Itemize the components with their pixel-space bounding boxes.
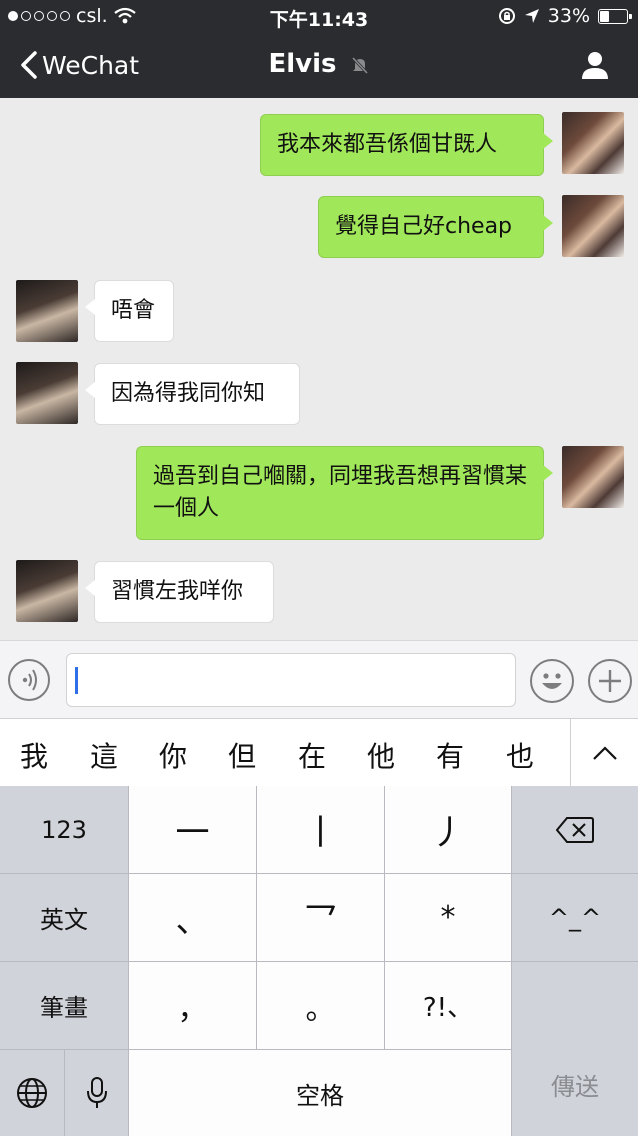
expand-candidates-button[interactable] xyxy=(570,719,638,787)
stroke-left-falling-label: 丿 xyxy=(431,813,465,853)
wildcard-label: * xyxy=(440,900,456,935)
status-bar: csl. 下午11:43 33% xyxy=(0,0,638,34)
stroke-turn-label: 乛 xyxy=(303,901,338,941)
contact-avatar[interactable] xyxy=(16,560,78,622)
punctuation-key-label: ?!、 xyxy=(422,993,474,1023)
battery-percent: 33% xyxy=(547,5,590,27)
contact-profile-button[interactable] xyxy=(580,50,610,84)
dictation-key[interactable] xyxy=(65,1050,128,1136)
location-arrow-icon xyxy=(524,9,539,23)
punctuation-key[interactable]: ?!、 xyxy=(385,962,511,1049)
rotation-lock-icon xyxy=(498,8,515,24)
globe-icon xyxy=(17,1078,47,1108)
muted-bell-icon xyxy=(351,56,368,74)
text-caret xyxy=(75,667,78,694)
chevron-up-icon xyxy=(593,746,617,760)
contact-name: Elvis xyxy=(268,49,337,79)
stroke-horizontal-key[interactable]: 一 xyxy=(129,786,256,873)
globe-key[interactable] xyxy=(0,1050,64,1136)
key-divider xyxy=(384,786,385,1050)
send-key[interactable]: 傳送 xyxy=(512,962,638,1136)
contact-avatar[interactable] xyxy=(16,280,78,342)
stroke-vertical-label: 丨 xyxy=(303,813,338,853)
stroke-mode-label: 筆畫 xyxy=(40,994,88,1022)
chat-title: Elvis xyxy=(0,49,638,79)
emoticon-key[interactable]: ^_^ xyxy=(512,874,638,961)
key-divider xyxy=(128,786,129,1136)
backspace-icon xyxy=(556,816,594,843)
message-bubble-received[interactable]: 習慣左我咩你 xyxy=(85,561,274,623)
stroke-left-falling-key[interactable]: 丿 xyxy=(385,786,511,873)
delete-key[interactable] xyxy=(512,786,638,873)
voice-input-button[interactable] xyxy=(8,659,50,701)
emoji-button[interactable] xyxy=(530,659,574,703)
key-divider xyxy=(64,1050,65,1136)
stroke-dot-key[interactable]: 、 xyxy=(129,874,256,961)
candidate-word[interactable]: 我 xyxy=(14,735,54,775)
voice-wave-icon xyxy=(22,669,37,691)
stroke-turn-key[interactable]: 乛 xyxy=(257,874,384,961)
message-bubble-received[interactable]: 因為得我同你知 xyxy=(85,363,300,425)
my-avatar[interactable] xyxy=(562,195,624,257)
person-icon xyxy=(582,52,608,79)
my-avatar[interactable] xyxy=(562,446,624,508)
english-key-label: 英文 xyxy=(40,906,88,934)
candidate-word[interactable]: 他 xyxy=(361,735,401,775)
stroke-dot-label: 、 xyxy=(175,901,210,941)
period-key-label: 。 xyxy=(305,991,336,1027)
message-bubble-sent[interactable]: 過吾到自己嗰關，同埋我吾想再習慣某一個人 xyxy=(136,446,553,540)
space-key-label: 空格 xyxy=(296,1081,344,1110)
message-input[interactable] xyxy=(66,653,516,707)
battery-icon xyxy=(598,8,632,24)
smiley-icon xyxy=(542,673,562,689)
candidate-word[interactable]: 這 xyxy=(84,735,124,775)
battery-fill xyxy=(600,10,610,22)
plus-icon xyxy=(599,670,621,692)
candidate-word[interactable]: 有 xyxy=(430,735,470,775)
my-avatar[interactable] xyxy=(562,112,624,174)
stroke-vertical-key[interactable]: 丨 xyxy=(257,786,384,873)
more-options-button[interactable] xyxy=(588,659,632,703)
stroke-keyboard: 123 一 丨 丿 英文 、 乛 * ^_^ 筆畫 ， 。 ?!、 傳送 空格 xyxy=(0,786,638,1136)
english-key[interactable]: 英文 xyxy=(0,874,128,961)
numbers-key[interactable]: 123 xyxy=(0,786,128,873)
candidate-word[interactable]: 但 xyxy=(222,735,262,775)
nav-bar: WeChat Elvis xyxy=(0,34,638,98)
key-divider xyxy=(0,961,638,962)
input-bar xyxy=(0,640,638,718)
emoticon-key-label: ^_^ xyxy=(548,903,602,932)
comma-key-label: ， xyxy=(177,991,208,1027)
candidate-word[interactable]: 也 xyxy=(500,735,540,775)
wildcard-key[interactable]: * xyxy=(385,874,511,961)
stroke-horizontal-label: 一 xyxy=(175,813,210,853)
microphone-icon xyxy=(86,1077,107,1108)
key-divider xyxy=(256,786,257,1050)
candidate-word[interactable]: 在 xyxy=(292,735,332,775)
message-list[interactable]: 我本來都吾係個甘既人 覺得自己好cheap 唔會 因為得我同你知 過吾到自己嗰關… xyxy=(0,98,638,640)
space-key[interactable]: 空格 xyxy=(129,1050,511,1136)
contact-avatar[interactable] xyxy=(16,362,78,424)
message-bubble-sent[interactable]: 我本來都吾係個甘既人 xyxy=(260,114,553,176)
send-key-label: 傳送 xyxy=(551,1072,599,1101)
numbers-key-label: 123 xyxy=(41,815,87,844)
message-bubble-received[interactable]: 唔會 xyxy=(85,280,174,342)
key-divider xyxy=(511,786,512,1136)
message-bubble-sent[interactable]: 覺得自己好cheap xyxy=(318,196,553,258)
status-right: 33% xyxy=(498,5,632,27)
key-divider xyxy=(512,873,638,874)
candidate-bar: 我 這 你 但 在 他 有 也 xyxy=(0,718,638,787)
comma-key[interactable]: ， xyxy=(129,962,256,1049)
candidate-word[interactable]: 你 xyxy=(153,735,193,775)
period-key[interactable]: 。 xyxy=(257,962,384,1049)
stroke-mode-key[interactable]: 筆畫 xyxy=(0,962,128,1049)
